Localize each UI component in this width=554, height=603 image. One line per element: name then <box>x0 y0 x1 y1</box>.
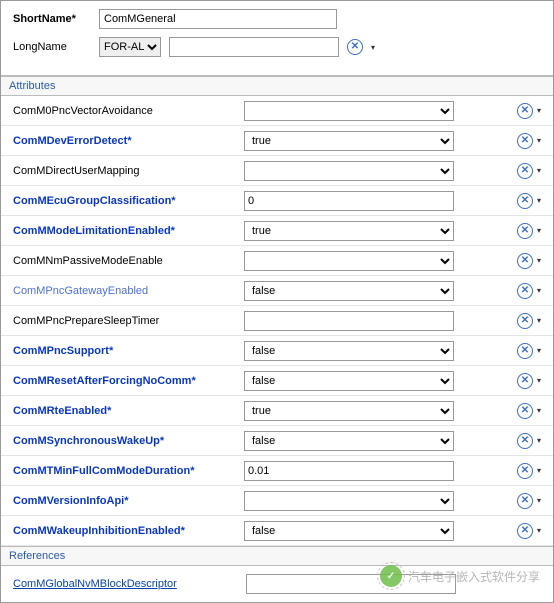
reset-icon[interactable]: ✕ <box>517 463 533 479</box>
shortname-input[interactable] <box>99 9 337 29</box>
attribute-label: ComMTMinFullComModeDuration* <box>13 465 238 477</box>
attribute-label: ComMPncPrepareSleepTimer <box>13 315 238 327</box>
attribute-label: ComMDirectUserMapping <box>13 165 238 177</box>
attribute-label: ComMNmPassiveModeEnable <box>13 255 238 267</box>
reset-icon[interactable]: ✕ <box>517 403 533 419</box>
attribute-row: ComMModeLimitationEnabled* true ✕ ▾ <box>1 216 553 246</box>
reset-icon[interactable]: ✕ <box>517 133 533 149</box>
reset-icon[interactable]: ✕ <box>517 103 533 119</box>
attribute-row: ComMNmPassiveModeEnable ✕ ▾ <box>1 246 553 276</box>
dropdown-icon[interactable]: ▾ <box>537 316 541 325</box>
attribute-input[interactable] <box>244 101 454 121</box>
reset-icon[interactable]: ✕ <box>517 493 533 509</box>
attribute-input[interactable]: false <box>244 341 454 361</box>
attribute-input[interactable] <box>244 461 454 481</box>
attribute-input[interactable]: false <box>244 281 454 301</box>
dropdown-icon[interactable]: ▾ <box>537 406 541 415</box>
attribute-input[interactable]: true <box>244 131 454 151</box>
dropdown-icon[interactable]: ▾ <box>537 136 541 145</box>
attribute-label: ComMPncSupport* <box>13 345 238 357</box>
attribute-row: ComM0PncVectorAvoidance ✕ ▾ <box>1 96 553 126</box>
dropdown-icon[interactable]: ▾ <box>537 106 541 115</box>
dropdown-icon[interactable]: ▾ <box>537 466 541 475</box>
wechat-icon: ✓ <box>380 565 402 587</box>
dropdown-icon[interactable]: ▾ <box>537 376 541 385</box>
attribute-input[interactable] <box>244 191 454 211</box>
dropdown-icon[interactable]: ▾ <box>537 436 541 445</box>
attribute-label: ComM0PncVectorAvoidance <box>13 105 238 117</box>
reset-icon[interactable]: ✕ <box>517 433 533 449</box>
attribute-label: ComMWakeupInhibitionEnabled* <box>13 525 238 537</box>
attribute-label: ComMRteEnabled* <box>13 405 238 417</box>
attribute-label: ComMResetAfterForcingNoComm* <box>13 375 238 387</box>
attributes-header: Attributes <box>1 76 553 96</box>
attribute-label: ComMPncGatewayEnabled <box>13 285 238 297</box>
longname-locale-select[interactable]: FOR-ALL <box>99 37 161 57</box>
attribute-row: ComMVersionInfoApi* ✕ ▾ <box>1 486 553 516</box>
dropdown-icon[interactable]: ▾ <box>537 166 541 175</box>
dropdown-icon[interactable]: ▾ <box>537 226 541 235</box>
longname-label: LongName <box>13 41 91 53</box>
attribute-input[interactable]: false <box>244 431 454 451</box>
attribute-label: ComMVersionInfoApi* <box>13 495 238 507</box>
watermark-text: 汽车电子嵌入式软件分享 <box>408 568 540 585</box>
attribute-row: ComMTMinFullComModeDuration* ✕ ▾ <box>1 456 553 486</box>
reset-icon[interactable]: ✕ <box>517 373 533 389</box>
references-header: References <box>1 546 553 566</box>
attribute-label: ComMDevErrorDetect* <box>13 135 238 147</box>
attribute-row: ComMPncSupport* false ✕ ▾ <box>1 336 553 366</box>
dropdown-icon[interactable]: ▾ <box>371 43 375 52</box>
reset-icon[interactable]: ✕ <box>517 163 533 179</box>
attribute-input[interactable]: true <box>244 401 454 421</box>
attribute-row: ComMResetAfterForcingNoComm* false ✕ ▾ <box>1 366 553 396</box>
attribute-row: ComMRteEnabled* true ✕ ▾ <box>1 396 553 426</box>
attribute-row: ComMSynchronousWakeUp* false ✕ ▾ <box>1 426 553 456</box>
attribute-input[interactable]: false <box>244 521 454 541</box>
reference-label[interactable]: ComMGlobalNvMBlockDescriptor <box>13 578 238 590</box>
dropdown-icon[interactable]: ▾ <box>537 256 541 265</box>
dropdown-icon[interactable]: ▾ <box>537 286 541 295</box>
reset-icon[interactable]: ✕ <box>517 343 533 359</box>
dropdown-icon[interactable]: ▾ <box>537 526 541 535</box>
dropdown-icon[interactable]: ▾ <box>537 196 541 205</box>
attribute-input[interactable] <box>244 161 454 181</box>
reset-icon[interactable]: ✕ <box>347 39 363 55</box>
longname-input[interactable] <box>169 37 339 57</box>
attribute-input[interactable] <box>244 491 454 511</box>
reset-icon[interactable]: ✕ <box>517 523 533 539</box>
dropdown-icon[interactable]: ▾ <box>537 496 541 505</box>
attribute-row: ComMWakeupInhibitionEnabled* false ✕ ▾ <box>1 516 553 546</box>
attribute-label: ComMModeLimitationEnabled* <box>13 225 238 237</box>
attribute-row: ComMDevErrorDetect* true ✕ ▾ <box>1 126 553 156</box>
reset-icon[interactable]: ✕ <box>517 283 533 299</box>
attribute-input[interactable]: true <box>244 221 454 241</box>
watermark: ✓ 汽车电子嵌入式软件分享 <box>380 565 540 587</box>
reset-icon[interactable]: ✕ <box>517 253 533 269</box>
attribute-label: ComMEcuGroupClassification* <box>13 195 238 207</box>
attribute-row: ComMEcuGroupClassification* ✕ ▾ <box>1 186 553 216</box>
attribute-row: ComMPncPrepareSleepTimer ✕ ▾ <box>1 306 553 336</box>
reset-icon[interactable]: ✕ <box>517 313 533 329</box>
dropdown-icon[interactable]: ▾ <box>537 346 541 355</box>
attribute-input[interactable] <box>244 251 454 271</box>
attribute-row: ComMPncGatewayEnabled false ✕ ▾ <box>1 276 553 306</box>
attribute-input[interactable]: false <box>244 371 454 391</box>
reset-icon[interactable]: ✕ <box>517 193 533 209</box>
attribute-row: ComMDirectUserMapping ✕ ▾ <box>1 156 553 186</box>
attribute-input[interactable] <box>244 311 454 331</box>
shortname-label: ShortName* <box>13 13 91 25</box>
reset-icon[interactable]: ✕ <box>517 223 533 239</box>
attribute-label: ComMSynchronousWakeUp* <box>13 435 238 447</box>
